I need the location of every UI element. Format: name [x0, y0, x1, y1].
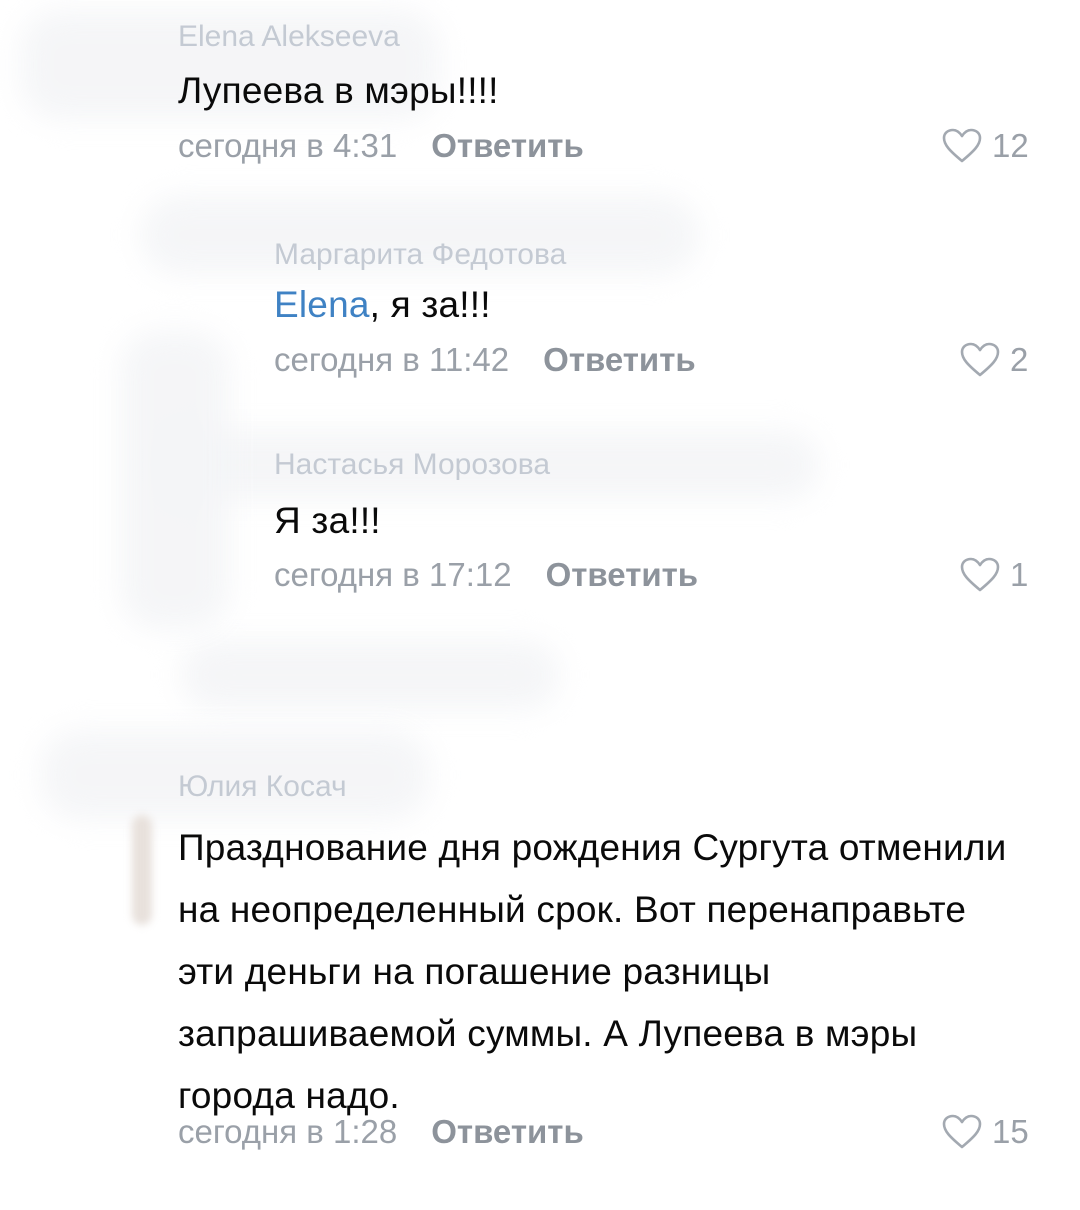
comment-text: Лупеева в мэры!!!!	[178, 70, 499, 111]
reply-button[interactable]: Ответить	[431, 127, 584, 164]
heart-icon	[960, 342, 1000, 377]
reply-button[interactable]: Ответить	[431, 1113, 584, 1150]
like-button[interactable]: 2	[960, 341, 1028, 379]
comment-meta: сегодня в 11:42 Ответить	[274, 341, 696, 379]
like-count: 15	[992, 1113, 1029, 1150]
like-button[interactable]: 12	[942, 127, 1029, 165]
comment-author[interactable]: Elena Alekseeva	[178, 20, 400, 54]
like-button[interactable]: 15	[942, 1113, 1029, 1151]
comment-text: Празднование дня рождения Сургута отмени…	[178, 827, 1007, 1116]
heart-icon	[942, 128, 982, 163]
avatar	[132, 815, 152, 925]
comment-time[interactable]: сегодня в 11:42	[274, 341, 509, 378]
heart-icon	[942, 1114, 982, 1149]
comment-time[interactable]: сегодня в 17:12	[274, 556, 512, 593]
comment-text: Elena, я за!!!	[274, 274, 974, 336]
comment-text: Я за!!!	[274, 500, 381, 541]
comment-author[interactable]: Юлия Косач	[178, 770, 347, 804]
like-count: 12	[992, 127, 1029, 164]
blur-overlay	[120, 330, 230, 630]
like-count: 1	[1010, 556, 1029, 593]
comment-meta: сегодня в 4:31 Ответить	[178, 127, 584, 165]
reply-button[interactable]: Ответить	[543, 341, 696, 378]
comment-author[interactable]: Настасья Морозова	[274, 448, 550, 482]
comment-meta: сегодня в 17:12 Ответить	[274, 556, 698, 594]
comment-time[interactable]: сегодня в 1:28	[178, 1113, 397, 1150]
comment-meta: сегодня в 1:28 Ответить	[178, 1113, 584, 1151]
comment-author[interactable]: Маргарита Федотова	[274, 238, 566, 272]
reply-button[interactable]: Ответить	[546, 556, 699, 593]
heart-icon	[960, 557, 1000, 592]
like-count: 2	[1010, 341, 1029, 378]
comment-time[interactable]: сегодня в 4:31	[178, 127, 397, 164]
like-button[interactable]: 1	[960, 556, 1028, 594]
mention-link[interactable]: Elena	[274, 284, 370, 325]
blur-overlay	[180, 640, 560, 710]
comment-text-rest: , я за!!!	[369, 284, 491, 325]
